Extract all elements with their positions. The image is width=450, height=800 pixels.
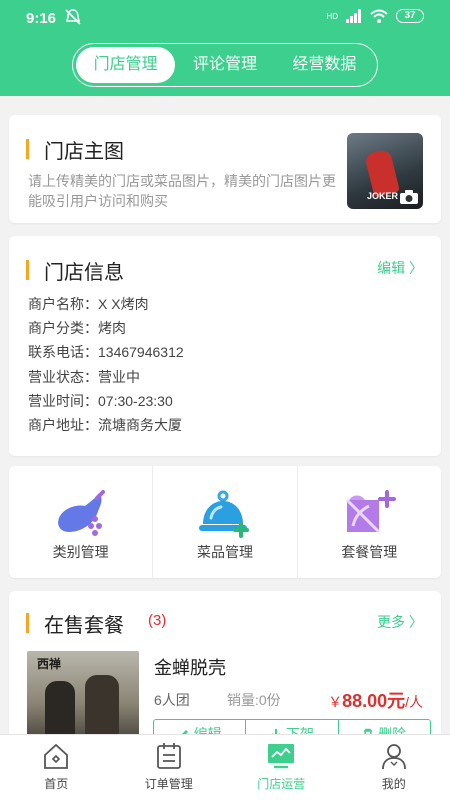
store-info-title: 门店信息: [26, 256, 124, 285]
dish-icon: [198, 490, 249, 538]
category-management-button[interactable]: 类别管理: [9, 466, 152, 578]
package-sales: 销量:0份: [227, 692, 281, 708]
nav-profile-label: 我的: [381, 777, 406, 791]
package-image-caption: 西禅: [37, 657, 62, 671]
home-icon: [44, 743, 69, 769]
bottom-nav: 首页 订单管理 门店运营 我的: [0, 734, 450, 800]
nav-orders-label: 订单管理: [144, 777, 193, 791]
info-merchant-category: 商户分类：烤肉: [28, 320, 126, 337]
dish-management-button[interactable]: 菜品管理: [152, 466, 296, 578]
store-ops-icon: [268, 744, 295, 769]
top-tabs: 门店管理 评论管理 经营数据: [72, 43, 378, 87]
wifi-icon: [370, 9, 388, 23]
package-name: 金蝉脱壳: [154, 658, 226, 678]
tab-review-management[interactable]: 评论管理: [175, 47, 274, 83]
management-grid: 类别管理 菜品管理 套餐管理: [9, 466, 441, 578]
tab-store-management[interactable]: 门店管理: [76, 47, 176, 83]
store-photo-card: 门店主图 请上传精美的门店或菜品图片，精美的门店图片更能吸引用户访问和购买 JO…: [9, 115, 441, 223]
header: 9:16 HD 37 门店管理 评论管理 经营数据: [0, 0, 450, 96]
tab-business-data[interactable]: 经营数据: [275, 47, 374, 83]
on-sale-title: 在售套餐: [26, 609, 124, 638]
profile-icon: [381, 744, 406, 770]
package-price: ￥88.00元/人: [328, 687, 423, 713]
store-photo-description: 请上传精美的门店或菜品图片，精美的门店图片更能吸引用户访问和购买: [28, 173, 336, 209]
info-business-status: 营业状态：营业中: [28, 368, 140, 385]
store-info-list: 商户名称：X X烤肉 商户分类：烤肉 联系电话：13467946312 营业状态…: [28, 292, 184, 437]
price-unit: /人: [405, 694, 423, 710]
nav-home-label: 首页: [44, 777, 69, 791]
dish-management-label: 菜品管理: [196, 544, 253, 560]
status-bar: 9:16 HD 37: [0, 0, 450, 36]
nav-profile[interactable]: 我的: [338, 735, 450, 800]
category-icon: [57, 490, 105, 536]
status-time: 9:16: [26, 10, 57, 27]
package-group-size: 6人团: [154, 692, 190, 708]
thumbnail-caption: JOKER: [367, 191, 399, 201]
category-management-label: 类别管理: [52, 544, 109, 560]
price-symbol: ￥: [328, 694, 343, 710]
nav-store-ops-label: 门店运营: [257, 777, 306, 791]
package-image-rider-left: [45, 681, 75, 741]
status-icons: HD 37: [326, 9, 424, 23]
price-value: 88.00元: [342, 691, 406, 711]
order-icon: [156, 743, 181, 769]
nav-orders[interactable]: 订单管理: [113, 735, 226, 800]
edit-store-info-link[interactable]: 编辑 〉: [377, 258, 423, 278]
store-photo-thumbnail[interactable]: JOKER: [347, 133, 423, 209]
info-phone: 联系电话：13467946312: [28, 344, 184, 361]
info-merchant-name: 商户名称：X X烤肉: [28, 296, 149, 312]
info-business-hours: 营业时间：07:30-23:30: [28, 392, 173, 409]
more-packages-link[interactable]: 更多 〉: [377, 612, 423, 632]
store-info-card: 门店信息 编辑 〉 商户名称：X X烤肉 商户分类：烤肉 联系电话：134679…: [9, 236, 441, 456]
package-management-button[interactable]: 套餐管理: [296, 466, 441, 578]
dnd-icon: [65, 9, 81, 25]
info-address: 商户地址：流塘商务大厦: [28, 417, 182, 434]
signal-icon: [346, 9, 361, 23]
package-image[interactable]: 西禅: [27, 651, 139, 747]
package-image-rider-right: [85, 675, 119, 741]
camera-icon[interactable]: [399, 189, 419, 205]
battery-icon: 37: [396, 9, 424, 23]
package-icon: [346, 490, 397, 534]
on-sale-packages-card: 在售套餐 (3) 更多 〉 西禅 金蝉脱壳 6人团 销量:0份 ￥88.00元/…: [9, 591, 441, 751]
nav-home[interactable]: 首页: [0, 735, 113, 800]
package-management-label: 套餐管理: [341, 544, 398, 560]
store-photo-title: 门店主图: [26, 135, 124, 164]
on-sale-count-badge: (3): [148, 612, 167, 629]
nav-store-ops[interactable]: 门店运营: [225, 735, 338, 800]
hd-label: HD: [326, 11, 338, 21]
